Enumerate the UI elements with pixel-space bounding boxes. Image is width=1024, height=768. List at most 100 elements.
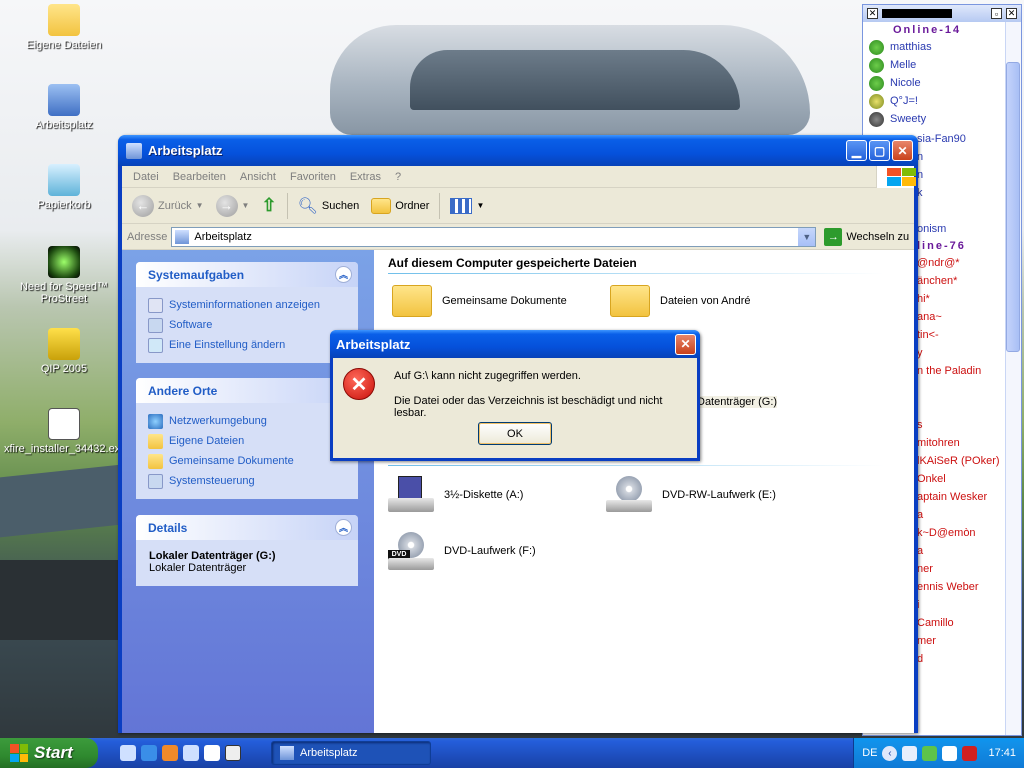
panel-header[interactable]: Systemaufgaben ︽ (136, 262, 358, 287)
qip-scrollbar-thumb[interactable] (1006, 62, 1020, 352)
qip-contact[interactable]: Melle (863, 56, 1021, 74)
menu-favorites[interactable]: Favoriten (283, 171, 343, 183)
system-tasks-panel: Systemaufgaben ︽ Systeminformationen anz… (136, 262, 358, 363)
up-button[interactable]: ⇧ (257, 191, 280, 221)
menu-view[interactable]: Ansicht (233, 171, 283, 183)
folders-button[interactable]: Ordner (367, 191, 433, 221)
drive-item[interactable]: DVD DVD-Laufwerk (F:) (388, 532, 536, 570)
network-icon (148, 413, 163, 429)
qip-restore-icon[interactable]: ▫ (991, 8, 1002, 19)
collapse-chevron-icon[interactable]: ︽ (335, 266, 352, 283)
forward-button[interactable]: → ▼ (212, 191, 254, 221)
qip-contact[interactable]: Nicole (863, 74, 1021, 92)
firefox-icon[interactable] (162, 745, 178, 761)
menu-extras[interactable]: Extras (343, 171, 388, 183)
qip-close-icon-2[interactable]: ✕ (1006, 8, 1017, 19)
window-titlebar[interactable]: Arbeitsplatz ▁ ▢ ✕ (118, 135, 918, 166)
folder-item[interactable]: Gemeinsame Dokumente (392, 285, 567, 317)
desktop-icon-my-computer[interactable]: Arbeitsplatz (4, 84, 124, 131)
desktop-icon-nfs-prostreet[interactable]: Need for Speed™ ProStreet (4, 246, 124, 305)
address-dropdown-icon[interactable]: ▼ (798, 227, 816, 246)
minimize-button[interactable]: ▁ (846, 140, 867, 161)
dialog-body: ✕ Auf G:\ kann nicht zugegriffen werden.… (333, 358, 697, 458)
computer-icon (48, 84, 80, 116)
address-input[interactable]: Arbeitsplatz ▼ (171, 226, 817, 247)
drive-item[interactable]: DVD-RW-Laufwerk (E:) (606, 476, 776, 514)
close-button[interactable]: ✕ (892, 140, 913, 161)
dialog-titlebar[interactable]: Arbeitsplatz ✕ (330, 330, 700, 358)
ok-button[interactable]: OK (478, 422, 552, 445)
folder-item[interactable]: Dateien von André (610, 285, 751, 317)
quicklaunch-icon[interactable] (183, 745, 199, 761)
qip-contact[interactable]: Q°J=! (863, 92, 1021, 110)
maximize-button[interactable]: ▢ (869, 140, 890, 161)
language-indicator[interactable]: DE (862, 747, 877, 759)
views-button[interactable]: ▼ (446, 191, 488, 221)
up-arrow-icon: ⇧ (261, 195, 277, 215)
taskbar-item-arbeitsplatz[interactable]: Arbeitsplatz (271, 741, 431, 765)
chevron-left-icon[interactable]: ‹ (882, 745, 898, 761)
go-arrow-icon[interactable]: → (824, 227, 843, 246)
panel-header[interactable]: Details ︽ (136, 515, 358, 540)
go-button[interactable]: Wechseln zu (846, 231, 909, 243)
windows-logo-icon (10, 744, 28, 762)
dropdown-arrow-icon: ▼ (195, 201, 204, 210)
place-link[interactable]: Systemsteuerung (148, 471, 346, 491)
qip-close-icon[interactable]: ✕ (867, 8, 878, 19)
quicklaunch-icon[interactable] (120, 745, 136, 761)
recycle-bin-icon (48, 164, 80, 196)
qip-scrollbar[interactable] (1005, 22, 1021, 735)
clock[interactable]: 17:41 (988, 747, 1016, 759)
internet-explorer-icon[interactable] (141, 745, 157, 761)
place-link[interactable]: Eigene Dateien (148, 431, 346, 451)
tray-icon[interactable] (942, 745, 958, 761)
toolbar-separator (286, 192, 288, 219)
back-button[interactable]: ← Zurück ▼ (128, 191, 208, 221)
desktop-icon-recycle-bin[interactable]: Papierkorb (4, 164, 124, 211)
menu-help[interactable]: ? (388, 171, 408, 183)
system-tray: DE ‹ 17:41 (853, 738, 1024, 768)
nfs-game-icon (48, 246, 80, 278)
tray-icon[interactable] (962, 745, 978, 761)
section-divider (388, 273, 884, 274)
xfire-icon[interactable] (225, 745, 241, 761)
drive-item[interactable]: 3½-Diskette (A:) (388, 476, 523, 514)
search-button[interactable]: 🔍︎ Suchen (294, 191, 364, 221)
qip-contact[interactable]: matthias (863, 38, 1021, 56)
place-link[interactable]: Gemeinsame Dokumente (148, 451, 346, 471)
tray-icon[interactable] (902, 745, 918, 761)
desktop-icon-my-documents[interactable]: Eigene Dateien (4, 4, 124, 51)
panel-header[interactable]: Andere Orte (136, 378, 358, 403)
qip-contact[interactable]: Sweety (863, 110, 1021, 128)
start-button[interactable]: Start (0, 738, 98, 768)
toolbar-separator (439, 192, 441, 219)
task-link[interactable]: Software (148, 315, 346, 335)
software-icon (148, 317, 163, 333)
folder-icon (371, 197, 392, 214)
dvd-drive-icon: DVD (388, 532, 434, 570)
qip-group-online[interactable]: Online-14 (863, 22, 1021, 38)
control-panel-icon (148, 337, 163, 353)
task-link[interactable]: Eine Einstellung ändern (148, 335, 346, 355)
back-arrow-icon: ← (132, 194, 154, 217)
media-player-icon[interactable] (204, 745, 220, 761)
dvd-rw-drive-icon (606, 476, 652, 514)
system-info-icon (148, 297, 163, 313)
menu-edit[interactable]: Bearbeiten (166, 171, 233, 183)
status-icon (869, 93, 884, 109)
menu-file[interactable]: Datei (126, 171, 166, 183)
xfire-icon (48, 408, 80, 440)
tray-icon[interactable] (922, 745, 938, 761)
menu-bar: Datei Bearbeiten Ansicht Favoriten Extra… (122, 165, 916, 188)
dropdown-arrow-icon: ▼ (241, 201, 250, 210)
window-title: Arbeitsplatz (148, 143, 223, 158)
sunglasses-status-icon (869, 111, 884, 127)
drive-item-selected[interactable]: Datenträger (G:) (697, 396, 778, 408)
desktop-icon-xfire-installer[interactable]: xfire_installer_34432.exe (4, 408, 126, 455)
task-pane: Systemaufgaben ︽ Systeminformationen anz… (122, 250, 374, 733)
task-link[interactable]: Systeminformationen anzeigen (148, 295, 346, 315)
collapse-chevron-icon[interactable]: ︽ (335, 519, 352, 536)
dialog-close-button[interactable]: ✕ (675, 333, 696, 355)
desktop-icon-qip[interactable]: QIP 2005 (4, 328, 124, 375)
place-link[interactable]: Netzwerkumgebung (148, 411, 346, 431)
